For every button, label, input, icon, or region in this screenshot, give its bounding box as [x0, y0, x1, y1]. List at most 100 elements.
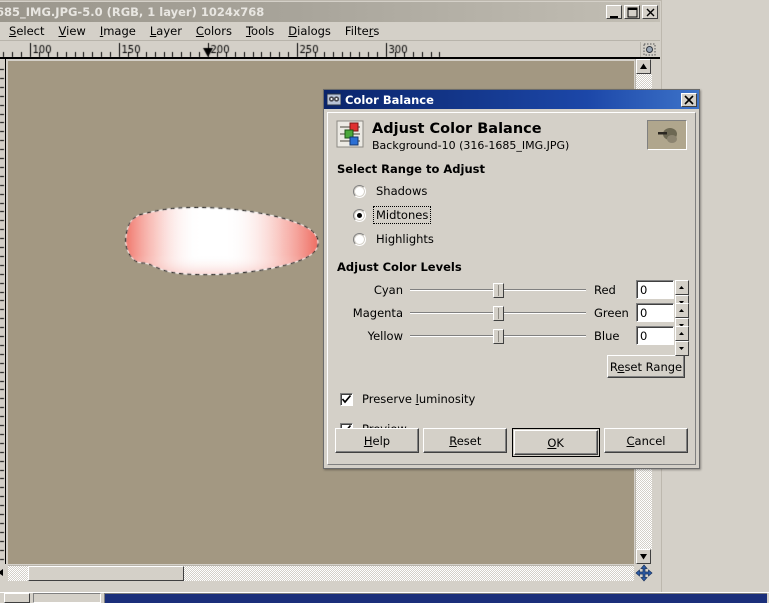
- radio-midtones-label: Midtones: [372, 206, 432, 224]
- reset-range-button[interactable]: Reset Range: [607, 355, 685, 378]
- vertical-ruler-canvas: [0, 59, 5, 564]
- menu-image[interactable]: Image: [93, 23, 143, 39]
- help-button[interactable]: Help: [335, 428, 419, 453]
- ok-button[interactable]: OK: [511, 428, 600, 457]
- slider-red-thumb[interactable]: [493, 282, 504, 298]
- slider-yellow-label: Yellow: [367, 328, 403, 343]
- maximize-button[interactable]: [624, 5, 640, 19]
- layer-preview-thumbnail[interactable]: [647, 120, 687, 150]
- slider-blue-track[interactable]: [410, 328, 586, 344]
- dialog-header-title: Adjust Color Balance: [372, 121, 542, 137]
- image-window-title: 685_IMG.JPG-5.0 (RGB, 1 layer) 1024x768: [0, 5, 265, 19]
- radio-highlights-mark[interactable]: [353, 232, 366, 246]
- spinner-blue-value[interactable]: 0: [636, 326, 674, 345]
- spinner-red[interactable]: 0: [636, 280, 689, 310]
- arrow-up-icon: [679, 309, 684, 312]
- radio-midtones-mark[interactable]: [353, 208, 366, 222]
- menu-view[interactable]: View: [52, 23, 93, 39]
- menu-layer[interactable]: Layer: [143, 23, 189, 39]
- spinner-blue-up[interactable]: [675, 326, 689, 341]
- selection-region[interactable]: [121, 205, 321, 277]
- spinner-green-buttons[interactable]: [675, 303, 689, 333]
- checkbox-preserve-luminosity-box[interactable]: [340, 392, 353, 406]
- arrow-down-icon: [679, 347, 684, 350]
- checkbox-preserve-luminosity[interactable]: Preserve luminosity: [340, 390, 695, 408]
- arrow-up-icon: [679, 332, 684, 335]
- vertical-ruler[interactable]: [0, 59, 6, 564]
- scroll-left-button[interactable]: [0, 565, 8, 581]
- menu-filters[interactable]: Filters: [338, 23, 387, 39]
- quickmask-icon[interactable]: [640, 42, 660, 57]
- slider-row-green: Magenta Green 0: [337, 301, 689, 333]
- horizontal-scrollbar[interactable]: [8, 565, 634, 581]
- scroll-up-button[interactable]: [636, 59, 651, 74]
- ok-button-label: OK: [513, 430, 598, 455]
- taskbar[interactable]: [0, 592, 769, 603]
- slider-blue-thumb[interactable]: [493, 328, 504, 344]
- arrow-down-icon: [640, 554, 647, 560]
- levels-section-title: Adjust Color Levels: [337, 260, 462, 274]
- slider-red-track[interactable]: [410, 282, 586, 298]
- reset-button-label: Reset: [449, 433, 482, 448]
- spinner-red-value[interactable]: 0: [636, 280, 674, 299]
- spinner-green-value[interactable]: 0: [636, 303, 674, 322]
- close-icon: [684, 94, 694, 105]
- menu-colors[interactable]: Colors: [189, 23, 239, 39]
- spinner-blue[interactable]: 0: [636, 326, 689, 356]
- hscroll-thumb[interactable]: [28, 566, 184, 581]
- spinner-red-up[interactable]: [675, 280, 689, 295]
- slider-green-track[interactable]: [410, 305, 586, 321]
- arrow-left-icon: [0, 569, 3, 576]
- arrow-up-icon: [640, 63, 647, 69]
- scroll-down-button[interactable]: [636, 549, 651, 564]
- color-balance-icon: [327, 93, 341, 106]
- spinner-blue-buttons[interactable]: [675, 326, 689, 356]
- navigate-move-icon[interactable]: [635, 564, 653, 582]
- dialog-button-row: Help Reset OK Cancel: [335, 428, 688, 457]
- close-button[interactable]: [642, 5, 658, 19]
- spinner-red-buttons[interactable]: [675, 280, 689, 310]
- radio-shadows[interactable]: Shadows: [353, 180, 695, 202]
- checkbox-preserve-luminosity-label: Preserve luminosity: [362, 392, 476, 406]
- color-levels-icon: [336, 120, 364, 148]
- taskbar-task-area[interactable]: [104, 593, 767, 603]
- menu-select[interactable]: Select: [2, 23, 52, 39]
- spinner-blue-down[interactable]: [675, 341, 689, 356]
- dialog-titlebar[interactable]: Color Balance: [324, 90, 699, 109]
- radio-shadows-mark[interactable]: [353, 184, 366, 198]
- cancel-button[interactable]: Cancel: [603, 428, 688, 453]
- range-section-title: Select Range to Adjust: [337, 162, 485, 176]
- slider-row-blue: Yellow Blue 0: [337, 324, 689, 356]
- reset-button[interactable]: Reset: [423, 428, 508, 453]
- spinner-green-up[interactable]: [675, 303, 689, 318]
- start-button[interactable]: [4, 593, 30, 603]
- spinner-green[interactable]: 0: [636, 303, 689, 333]
- slider-row-red: Cyan Red 0: [337, 278, 689, 310]
- dialog-header: Adjust Color Balance Background-10 (316-…: [328, 113, 695, 156]
- radio-midtones[interactable]: Midtones: [353, 204, 695, 226]
- dialog-body: Adjust Color Balance Background-10 (316-…: [327, 112, 696, 465]
- dialog-header-texts: Adjust Color Balance Background-10 (316-…: [372, 120, 647, 152]
- dialog-title: Color Balance: [345, 92, 434, 107]
- reset-range-label: Reset Range: [609, 359, 683, 374]
- minimize-button[interactable]: [606, 5, 622, 19]
- close-icon: [646, 8, 655, 17]
- slider-red-label: Red: [594, 282, 616, 297]
- menu-tools[interactable]: Tools: [239, 23, 281, 39]
- thumbnail-image: [648, 121, 686, 149]
- arrow-up-icon: [679, 286, 684, 289]
- radio-highlights[interactable]: Highlights: [353, 228, 695, 250]
- image-window-titlebar[interactable]: 685_IMG.JPG-5.0 (RGB, 1 layer) 1024x768: [0, 2, 660, 22]
- slider-green-label: Green: [594, 305, 629, 320]
- reset-range-row: Reset Range: [328, 355, 685, 378]
- slider-green-thumb[interactable]: [493, 305, 504, 321]
- image-window-menubar[interactable]: Select View Image Layer Colors Tools Dia…: [0, 22, 660, 41]
- menu-dialogs[interactable]: Dialogs: [281, 23, 338, 39]
- horizontal-ruler[interactable]: [0, 42, 660, 59]
- desktop-background: 685_IMG.JPG-5.0 (RGB, 1 layer) 1024x768 …: [0, 0, 769, 603]
- dialog-close-button[interactable]: [681, 92, 697, 107]
- radio-highlights-label: Highlights: [376, 232, 434, 246]
- quick-launch-bar[interactable]: [33, 593, 101, 603]
- dialog-header-subtitle: Background-10 (316-1685_IMG.JPG): [372, 139, 570, 152]
- slider-magenta-label: Magenta: [352, 305, 403, 320]
